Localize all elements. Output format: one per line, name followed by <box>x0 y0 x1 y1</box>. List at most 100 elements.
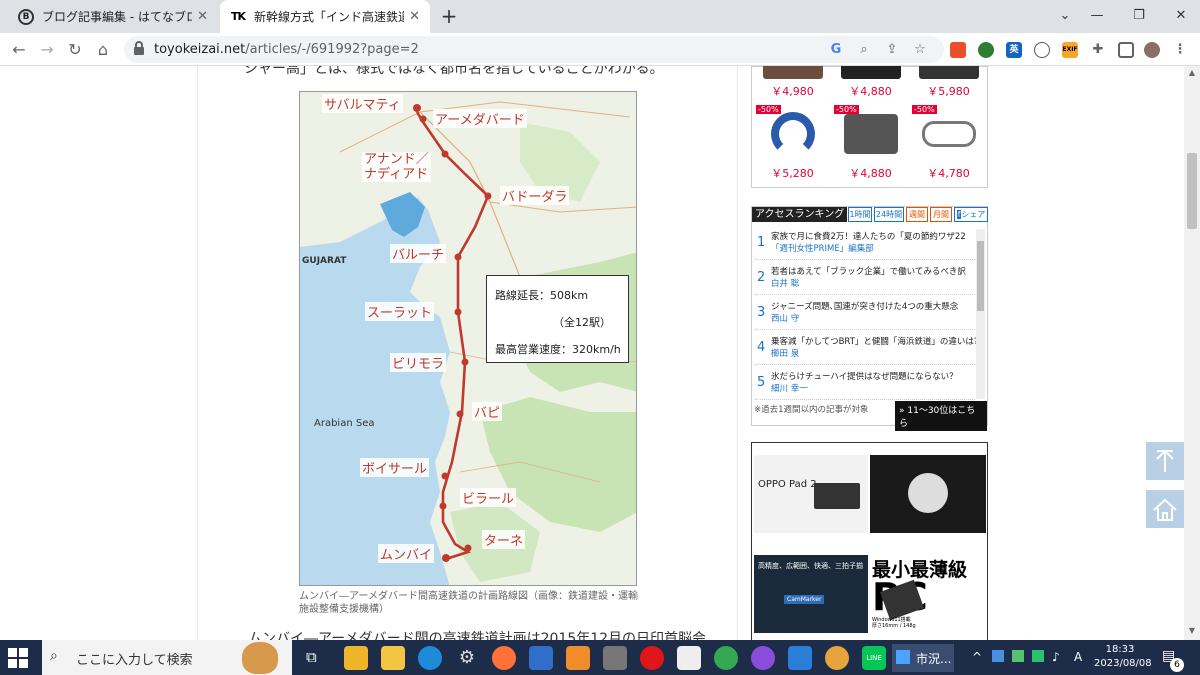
product-card[interactable]: ￥5,980 <box>910 66 987 99</box>
reload-icon[interactable]: ↻ <box>62 37 88 63</box>
settings-gear-icon[interactable]: ⚙ <box>455 646 479 670</box>
shoulder-bag-product-icon <box>843 114 898 154</box>
extension-color-icon[interactable] <box>950 42 966 58</box>
product-card[interactable]: -50% ￥5,280 <box>754 103 831 187</box>
taskbar-search-box[interactable]: ⌕ ここに入力して検索 <box>42 640 292 675</box>
home-page-button[interactable] <box>1146 490 1184 528</box>
extension-globe-icon[interactable] <box>978 42 994 58</box>
ranking-tab-1hour[interactable]: 1時間 <box>848 207 872 222</box>
address-bar[interactable]: toyokeizai.net/articles/-/691992?page=2 … <box>124 36 944 63</box>
file-explorer-icon[interactable] <box>381 646 405 670</box>
station-label-sabarmati: サバルマティ <box>322 94 403 113</box>
maximize-button[interactable]: ❐ <box>1124 4 1154 28</box>
lock-icon[interactable] <box>134 41 144 55</box>
route-map-image[interactable]: サバルマティ アーメダバード アナンド／ ナディアド バドーダラ バルーチ スー… <box>299 91 637 586</box>
product-ad-grid: ￥4,980 ￥4,880 ￥5,980 -50% ￥5,280 -50% ￥4… <box>751 66 988 188</box>
article-body: シャー高」とは、様式ではなく都市名を指していることがわかる。 サバルマティ アー… <box>198 66 738 640</box>
ranking-scrollbar[interactable] <box>976 229 985 399</box>
scroll-down-arrow-icon[interactable]: ▼ <box>1184 626 1200 640</box>
edge-browser-icon[interactable] <box>418 646 442 670</box>
extension-dictionary-icon[interactable]: 英 <box>1006 42 1022 58</box>
browser-menu-kebab-icon[interactable]: ⋮ <box>1172 42 1188 58</box>
product-card[interactable]: -50% ￥4,780 <box>910 103 987 187</box>
tab-search-chevron-icon[interactable]: ⌄ <box>1050 4 1080 28</box>
scroll-up-arrow-icon[interactable]: ▲ <box>1184 68 1200 82</box>
tablet-image <box>814 483 860 509</box>
ranking-item[interactable]: 5 氷だらけチューハイ提供はなぜ問題にならない？ 細川 幸一 <box>755 367 975 400</box>
extension-chat-icon[interactable] <box>1034 42 1050 58</box>
back-arrow-icon[interactable]: ← <box>6 37 32 63</box>
extension-exif-icon[interactable]: EXIF <box>1062 42 1078 58</box>
ranking-tab-weekly[interactable]: 週間 <box>906 207 928 222</box>
route-length-text: 路線延長：508km <box>495 289 589 302</box>
product-card[interactable]: ￥4,880 <box>832 66 909 99</box>
opera-icon[interactable] <box>640 646 664 670</box>
close-tab-icon[interactable]: ✕ <box>409 9 420 24</box>
ranking-item[interactable]: 2 若者はあえて「ブラック企業」で働いてみるべき訳 白井 聡 <box>755 262 975 295</box>
product-price: ￥5,980 <box>927 85 970 98</box>
zoom-icon[interactable]: ⌕ <box>854 40 874 60</box>
home-icon[interactable]: ⌂ <box>90 37 116 63</box>
ranking-item[interactable]: 3 ジャニーズ問題､国連が突き付けた4つの重大懸念 西山 守 <box>755 297 975 330</box>
notification-count-badge: 6 <box>1170 658 1184 672</box>
search-icon: ⌕ <box>50 648 58 664</box>
url-text[interactable]: toyokeizai.net/articles/-/691992?page=2 <box>154 36 419 63</box>
station-label-surat: スーラット <box>365 302 435 321</box>
taskbar-app-market[interactable]: 市況... <box>892 644 954 672</box>
discount-badge: -50% <box>756 105 781 114</box>
profile-avatar[interactable] <box>1144 42 1160 58</box>
tab-toyokeizai-article[interactable]: TK 新幹線方式「インド高速鉄道」はどこ ✕ <box>220 0 430 33</box>
extensions-puzzle-icon[interactable]: ✚ <box>1090 42 1106 58</box>
tray-line-icon[interactable] <box>1032 650 1044 662</box>
station-label-anand-nadiad: アナンド／ ナディアド <box>362 152 431 182</box>
product-card[interactable]: ￥4,980 <box>754 66 831 99</box>
volume-icon[interactable]: ♪ <box>1052 650 1060 664</box>
mail-app-icon[interactable] <box>344 646 368 670</box>
tab-hatena-blog[interactable]: B ブログ記事編集 - はてなブログ ✕ <box>8 0 218 33</box>
close-window-button[interactable]: ✕ <box>1166 4 1196 28</box>
infinity-app-icon[interactable] <box>751 646 775 670</box>
ranking-tab-monthly[interactable]: 月間 <box>930 207 952 222</box>
tray-battery-icon[interactable] <box>1012 650 1024 662</box>
bookmark-star-icon[interactable]: ☆ <box>910 40 930 60</box>
ranking-item[interactable]: 4 乗客減「かしてつBRT」と健闘「海浜鉄道」の違いは? 櫛田 泉 <box>755 332 976 365</box>
minimize-button[interactable]: — <box>1082 4 1112 28</box>
ranking-more-link[interactable]: » 11〜30位はこちら <box>895 401 987 431</box>
google-lens-icon[interactable]: G <box>826 40 846 60</box>
ranking-tab-24hour[interactable]: 24時間 <box>874 207 904 222</box>
page-scrollbar[interactable]: ▲ ▼ <box>1184 66 1200 640</box>
network-drive-icon[interactable] <box>603 646 627 670</box>
chrome-profile-icon[interactable] <box>825 646 849 670</box>
forward-arrow-icon[interactable]: → <box>34 37 60 63</box>
ranking-item[interactable]: 1 家族で月に食費2万！達人たちの「夏の節約ワザ22 「週刊女性PRIME」編集… <box>755 227 975 260</box>
station-label-thane: ターネ <box>482 530 526 549</box>
tab-title: 新幹線方式「インド高速鉄道」はどこ <box>254 10 404 24</box>
chrome-icon[interactable] <box>714 646 738 670</box>
new-tab-button[interactable]: + <box>437 4 461 28</box>
task-view-icon[interactable]: ⧉ <box>306 648 317 666</box>
product-price: ￥4,880 <box>849 167 892 180</box>
firefox-icon[interactable] <box>492 646 516 670</box>
display-ad[interactable]: OPPO Pad 2 高精度、広範囲、快適、三拍子揃った CamMarker 最… <box>751 442 988 640</box>
ime-indicator[interactable]: A <box>1074 650 1082 664</box>
share-icon[interactable]: ⇪ <box>882 40 902 60</box>
product-card[interactable]: -50% ￥4,880 <box>832 103 909 187</box>
system-clock[interactable]: 18:33 2023/08/08 <box>1094 643 1152 671</box>
neck-fan-product-icon <box>770 112 815 156</box>
show-hidden-icons-chevron-icon[interactable]: ^ <box>972 650 982 664</box>
scrollbar-thumb[interactable] <box>1187 153 1197 229</box>
remote-desktop-icon[interactable] <box>788 646 812 670</box>
tray-app-icon[interactable] <box>992 650 1004 662</box>
calendar-app-icon[interactable] <box>677 646 701 670</box>
windows-start-icon[interactable] <box>8 648 28 668</box>
station-label-bilimora: ビリモラ <box>390 353 447 372</box>
media-player-icon[interactable] <box>566 646 590 670</box>
store-icon[interactable] <box>529 646 553 670</box>
line-app-icon[interactable]: LINE <box>862 646 886 670</box>
hatena-blog-favicon-icon: B <box>18 8 34 25</box>
scroll-to-top-button[interactable] <box>1146 442 1184 480</box>
ranking-tab-share[interactable]: fシェア <box>954 207 988 222</box>
close-tab-icon[interactable]: ✕ <box>197 9 208 24</box>
arrow-up-icon <box>1156 449 1174 472</box>
side-panel-icon[interactable] <box>1118 42 1134 58</box>
